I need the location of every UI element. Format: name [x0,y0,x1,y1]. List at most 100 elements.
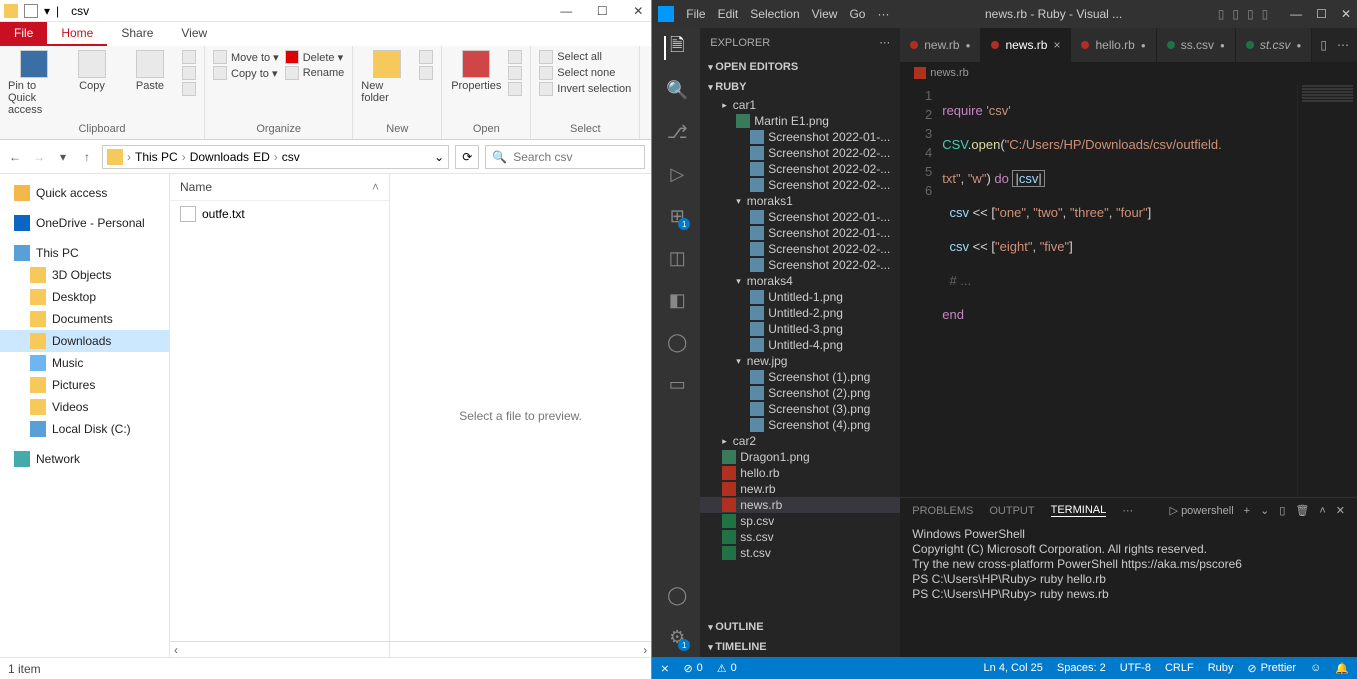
encoding[interactable]: UTF-8 [1120,662,1151,675]
tree-file[interactable]: st.csv [700,545,900,561]
section-open-editors[interactable]: OPEN EDITORS [700,59,900,75]
paste-button[interactable]: Paste [124,50,176,92]
forward-button[interactable]: → [30,148,48,166]
tree-file[interactable]: Untitled-1.png [700,289,900,305]
crumb-pc[interactable]: This PC [135,150,178,164]
menu-file[interactable]: File [686,7,705,21]
indentation[interactable]: Spaces: 2 [1057,662,1106,675]
activity-explorer-icon[interactable]: 🗎 [664,36,688,60]
feedback-icon[interactable]: ☺ [1310,662,1321,675]
more-icon[interactable]: ⋯ [879,36,890,49]
copy-button[interactable]: Copy [66,50,118,92]
nav-downloads[interactable]: Downloads [0,330,169,352]
tree-file[interactable]: news.rb [700,497,900,513]
breadcrumb[interactable]: › This PC › DownloadsED › csv ⌄ [102,145,449,169]
tree-folder[interactable]: moraks1 [700,193,900,209]
editor-tab[interactable]: ss.csv● [1157,28,1236,62]
activity-settings-icon[interactable]: ⚙1 [664,625,688,649]
crumb-folder[interactable]: csv [282,150,300,164]
close-tab-icon[interactable]: × [1053,38,1060,52]
new-folder-button[interactable]: New folder [361,50,413,104]
tree-file[interactable]: ss.csv [700,529,900,545]
editor-breadcrumb[interactable]: news.rb [900,62,1357,84]
activity-extensions-icon[interactable]: ⊞1 [664,204,688,228]
copy-to-button[interactable]: Copy to ▾ [213,66,279,80]
tree-file[interactable]: Screenshot (1).png [700,369,900,385]
notifications-icon[interactable]: 🔔 [1335,662,1349,675]
maximize-panel-icon[interactable]: ˄ [1319,505,1325,517]
tree-file[interactable]: Untitled-4.png [700,337,900,353]
file-row[interactable]: outfe.txt [170,201,389,227]
nav-this-pc[interactable]: This PC [0,242,169,264]
move-to-button[interactable]: Move to ▾ [213,50,279,64]
close-button[interactable]: ✕ [1341,7,1351,21]
paste-shortcut-button[interactable] [182,82,196,96]
dropdown-icon[interactable]: ⌄ [434,150,444,164]
editor-tab[interactable]: hello.rb● [1071,28,1156,62]
tree-file[interactable]: Screenshot 2022-02-... [700,177,900,193]
back-button[interactable]: ← [6,148,24,166]
nav-local-disk[interactable]: Local Disk (C:) [0,418,169,440]
invert-selection-button[interactable]: Invert selection [539,82,631,96]
tab-share[interactable]: Share [107,22,167,46]
more-actions-icon[interactable]: ⋯ [1337,38,1349,52]
editor-tab[interactable]: st.csv● [1236,28,1313,62]
activity-search-icon[interactable]: 🔍 [664,78,688,102]
nav-network[interactable]: Network [0,448,169,470]
terminal-dropdown-icon[interactable]: ⌄ [1260,504,1269,517]
easy-access-button[interactable] [419,66,433,80]
language-mode[interactable]: Ruby [1208,662,1234,675]
editor-tab[interactable]: new.rb● [900,28,981,62]
quick-access-toolbar-icon[interactable] [24,4,38,18]
nav-pictures[interactable]: Pictures [0,374,169,396]
activity-debug-icon[interactable]: ▷ [664,162,688,186]
edit-button[interactable] [508,66,522,80]
rename-button[interactable]: Rename [285,66,345,80]
layout-icon[interactable]: ▯ [1247,7,1254,21]
nav-videos[interactable]: Videos [0,396,169,418]
kill-terminal-icon[interactable]: 🗑 [1295,504,1309,517]
refresh-button[interactable]: ⟳ [455,145,479,169]
minimize-button[interactable]: — [557,4,575,18]
horizontal-scrollbar[interactable]: ‹› [170,641,651,657]
dropdown-icon[interactable]: ▾ [44,4,50,18]
cursor-position[interactable]: Ln 4, Col 25 [984,662,1043,675]
tree-file[interactable]: Screenshot 2022-01-... [700,209,900,225]
errors-indicator[interactable]: ⊘ 0 [683,662,702,675]
history-button[interactable] [508,82,522,96]
layout-icon[interactable]: ▯ [1232,7,1239,21]
menu-view[interactable]: View [812,7,838,21]
column-header-name[interactable]: Name˄ [170,174,389,201]
activity-remote-icon[interactable]: ◫ [664,246,688,270]
activity-source-control-icon[interactable]: ⎇ [664,120,688,144]
section-outline[interactable]: OUTLINE [700,619,900,635]
recent-button[interactable]: ▾ [54,148,72,166]
tab-home[interactable]: Home [47,22,107,46]
tree-file[interactable]: hello.rb [700,465,900,481]
tree-file[interactable]: Dragon1.png [700,449,900,465]
activity-github-icon[interactable]: ◯ [664,330,688,354]
menu-edit[interactable]: Edit [718,7,739,21]
tree-file[interactable]: Martin E1.png [700,113,900,129]
tree-file[interactable]: Untitled-2.png [700,305,900,321]
activity-liveshare-icon[interactable]: ◧ [664,288,688,312]
select-none-button[interactable]: Select none [539,66,631,80]
prettier-status[interactable]: ⊘ Prettier [1247,662,1296,675]
tree-file[interactable]: Screenshot 2022-01-... [700,129,900,145]
select-all-button[interactable]: Select all [539,50,631,64]
split-terminal-icon[interactable]: ▯ [1279,504,1285,517]
section-root[interactable]: RUBY [700,79,900,95]
properties-button[interactable]: Properties [450,50,502,92]
activity-bookmark-icon[interactable]: ▭ [664,372,688,396]
tree-file[interactable]: Untitled-3.png [700,321,900,337]
tree-file[interactable]: sp.csv [700,513,900,529]
close-button[interactable]: ✕ [629,4,647,18]
open-button[interactable] [508,50,522,64]
close-panel-icon[interactable]: ✕ [1336,504,1345,517]
nav-3d-objects[interactable]: 3D Objects [0,264,169,286]
tree-file[interactable]: Screenshot 2022-02-... [700,241,900,257]
tab-view[interactable]: View [167,22,221,46]
up-button[interactable]: ↑ [78,148,96,166]
crumb-downloads[interactable]: Downloads [190,150,249,164]
new-item-button[interactable] [419,50,433,64]
